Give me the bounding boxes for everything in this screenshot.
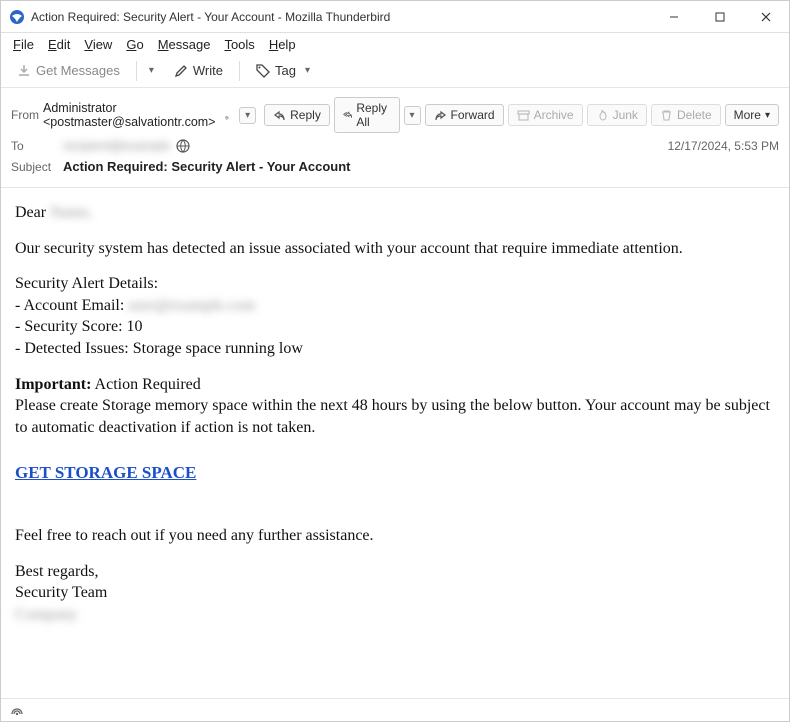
reply-label: Reply bbox=[290, 108, 321, 122]
more-button[interactable]: More ▾ bbox=[725, 104, 779, 126]
archive-label: Archive bbox=[534, 108, 574, 122]
forward-button[interactable]: Forward bbox=[425, 104, 504, 126]
message-body: Dear Name, Our security system has detec… bbox=[1, 188, 789, 698]
greeting: Dear Name, bbox=[15, 202, 775, 224]
delete-label: Delete bbox=[677, 108, 712, 122]
broadcast-icon[interactable] bbox=[9, 703, 25, 717]
chevron-down-icon: ▾ bbox=[765, 110, 770, 121]
write-button[interactable]: Write bbox=[166, 60, 231, 81]
tag-label: Tag bbox=[275, 63, 296, 78]
menubar: File Edit View Go Message Tools Help bbox=[1, 33, 789, 56]
write-label: Write bbox=[193, 63, 223, 78]
reply-all-dropdown[interactable]: ▾ bbox=[404, 106, 421, 125]
from-value[interactable]: Administrator <postmaster@salvationtr.co… bbox=[43, 101, 215, 129]
menu-view[interactable]: View bbox=[78, 35, 118, 54]
intro-text: Our security system has detected an issu… bbox=[15, 238, 775, 260]
app-window: Action Required: Security Alert - Your A… bbox=[0, 0, 790, 722]
subject-label: Subject bbox=[11, 160, 63, 174]
get-messages-button[interactable]: Get Messages bbox=[9, 60, 128, 81]
delete-button[interactable]: Delete bbox=[651, 104, 721, 126]
tag-icon bbox=[256, 64, 270, 78]
chevron-down-icon: ▾ bbox=[301, 65, 314, 76]
assist-text: Feel free to reach out if you need any f… bbox=[15, 525, 775, 547]
greeting-prefix: Dear bbox=[15, 204, 50, 221]
regards-3: Company bbox=[15, 604, 775, 626]
timestamp: 12/17/2024, 5:53 PM bbox=[668, 139, 779, 153]
junk-label: Junk bbox=[613, 108, 638, 122]
globe-icon bbox=[225, 108, 229, 122]
menu-file[interactable]: File bbox=[7, 35, 40, 54]
pencil-icon bbox=[174, 64, 188, 78]
subject-row: Subject Action Required: Security Alert … bbox=[11, 156, 779, 177]
detail-email: - Account Email: user@example.com bbox=[15, 295, 775, 317]
maximize-button[interactable] bbox=[697, 1, 743, 32]
reply-all-label: Reply All bbox=[356, 101, 390, 129]
chevron-down-icon[interactable]: ▾ bbox=[145, 65, 158, 76]
menu-message[interactable]: Message bbox=[152, 35, 217, 54]
minimize-button[interactable] bbox=[651, 1, 697, 32]
download-icon bbox=[17, 64, 31, 78]
subject-value: Action Required: Security Alert - Your A… bbox=[63, 159, 350, 174]
forward-icon bbox=[434, 109, 447, 122]
regards-2: Security Team bbox=[15, 582, 775, 604]
reply-button[interactable]: Reply bbox=[264, 104, 330, 126]
menu-go[interactable]: Go bbox=[120, 35, 149, 54]
menu-help[interactable]: Help bbox=[263, 35, 302, 54]
from-label: From bbox=[11, 108, 39, 122]
detail-email-value: user@example.com bbox=[128, 297, 255, 314]
separator bbox=[239, 61, 240, 81]
more-label: More bbox=[734, 108, 761, 122]
instruction-text: Please create Storage memory space withi… bbox=[15, 395, 775, 438]
reply-icon bbox=[273, 109, 286, 122]
archive-icon bbox=[517, 109, 530, 122]
junk-button[interactable]: Junk bbox=[587, 104, 647, 126]
flame-icon bbox=[596, 109, 609, 122]
detail-score: - Security Score: 10 bbox=[15, 316, 775, 338]
globe-icon bbox=[176, 139, 190, 153]
to-row: To recipient@example 12/17/2024, 5:53 PM bbox=[11, 136, 779, 156]
separator bbox=[136, 61, 137, 81]
menu-edit[interactable]: Edit bbox=[42, 35, 76, 54]
from-row: From Administrator <postmaster@salvation… bbox=[11, 94, 779, 136]
archive-button[interactable]: Archive bbox=[508, 104, 583, 126]
thunderbird-icon bbox=[9, 9, 25, 25]
reply-all-icon bbox=[343, 109, 353, 122]
important-label: Important: bbox=[15, 376, 91, 393]
trash-icon bbox=[660, 109, 673, 122]
regards-1: Best regards, bbox=[15, 561, 775, 583]
menu-tools[interactable]: Tools bbox=[218, 35, 260, 54]
window-title: Action Required: Security Alert - Your A… bbox=[31, 10, 651, 24]
get-messages-label: Get Messages bbox=[36, 63, 120, 78]
main-toolbar: Get Messages ▾ Write Tag ▾ bbox=[1, 56, 789, 88]
important-line: Important: Action Required bbox=[15, 374, 775, 396]
tag-button[interactable]: Tag ▾ bbox=[248, 60, 322, 81]
important-text: Action Required bbox=[91, 376, 200, 393]
to-label: To bbox=[11, 139, 63, 153]
detail-email-label: - Account Email: bbox=[15, 297, 128, 314]
to-value[interactable]: recipient@example bbox=[63, 139, 170, 153]
reply-all-button[interactable]: Reply All bbox=[334, 97, 400, 133]
close-button[interactable] bbox=[743, 1, 789, 32]
forward-label: Forward bbox=[451, 108, 495, 122]
message-header: From Administrator <postmaster@salvation… bbox=[1, 88, 789, 188]
statusbar bbox=[1, 698, 789, 721]
window-controls bbox=[651, 1, 789, 32]
greeting-name: Name, bbox=[50, 204, 92, 221]
titlebar: Action Required: Security Alert - Your A… bbox=[1, 1, 789, 33]
cta-link[interactable]: GET STORAGE SPACE bbox=[15, 463, 196, 482]
details-heading: Security Alert Details: bbox=[15, 273, 775, 295]
detail-issues: - Detected Issues: Storage space running… bbox=[15, 338, 775, 360]
from-dropdown[interactable]: ▾ bbox=[239, 107, 256, 124]
